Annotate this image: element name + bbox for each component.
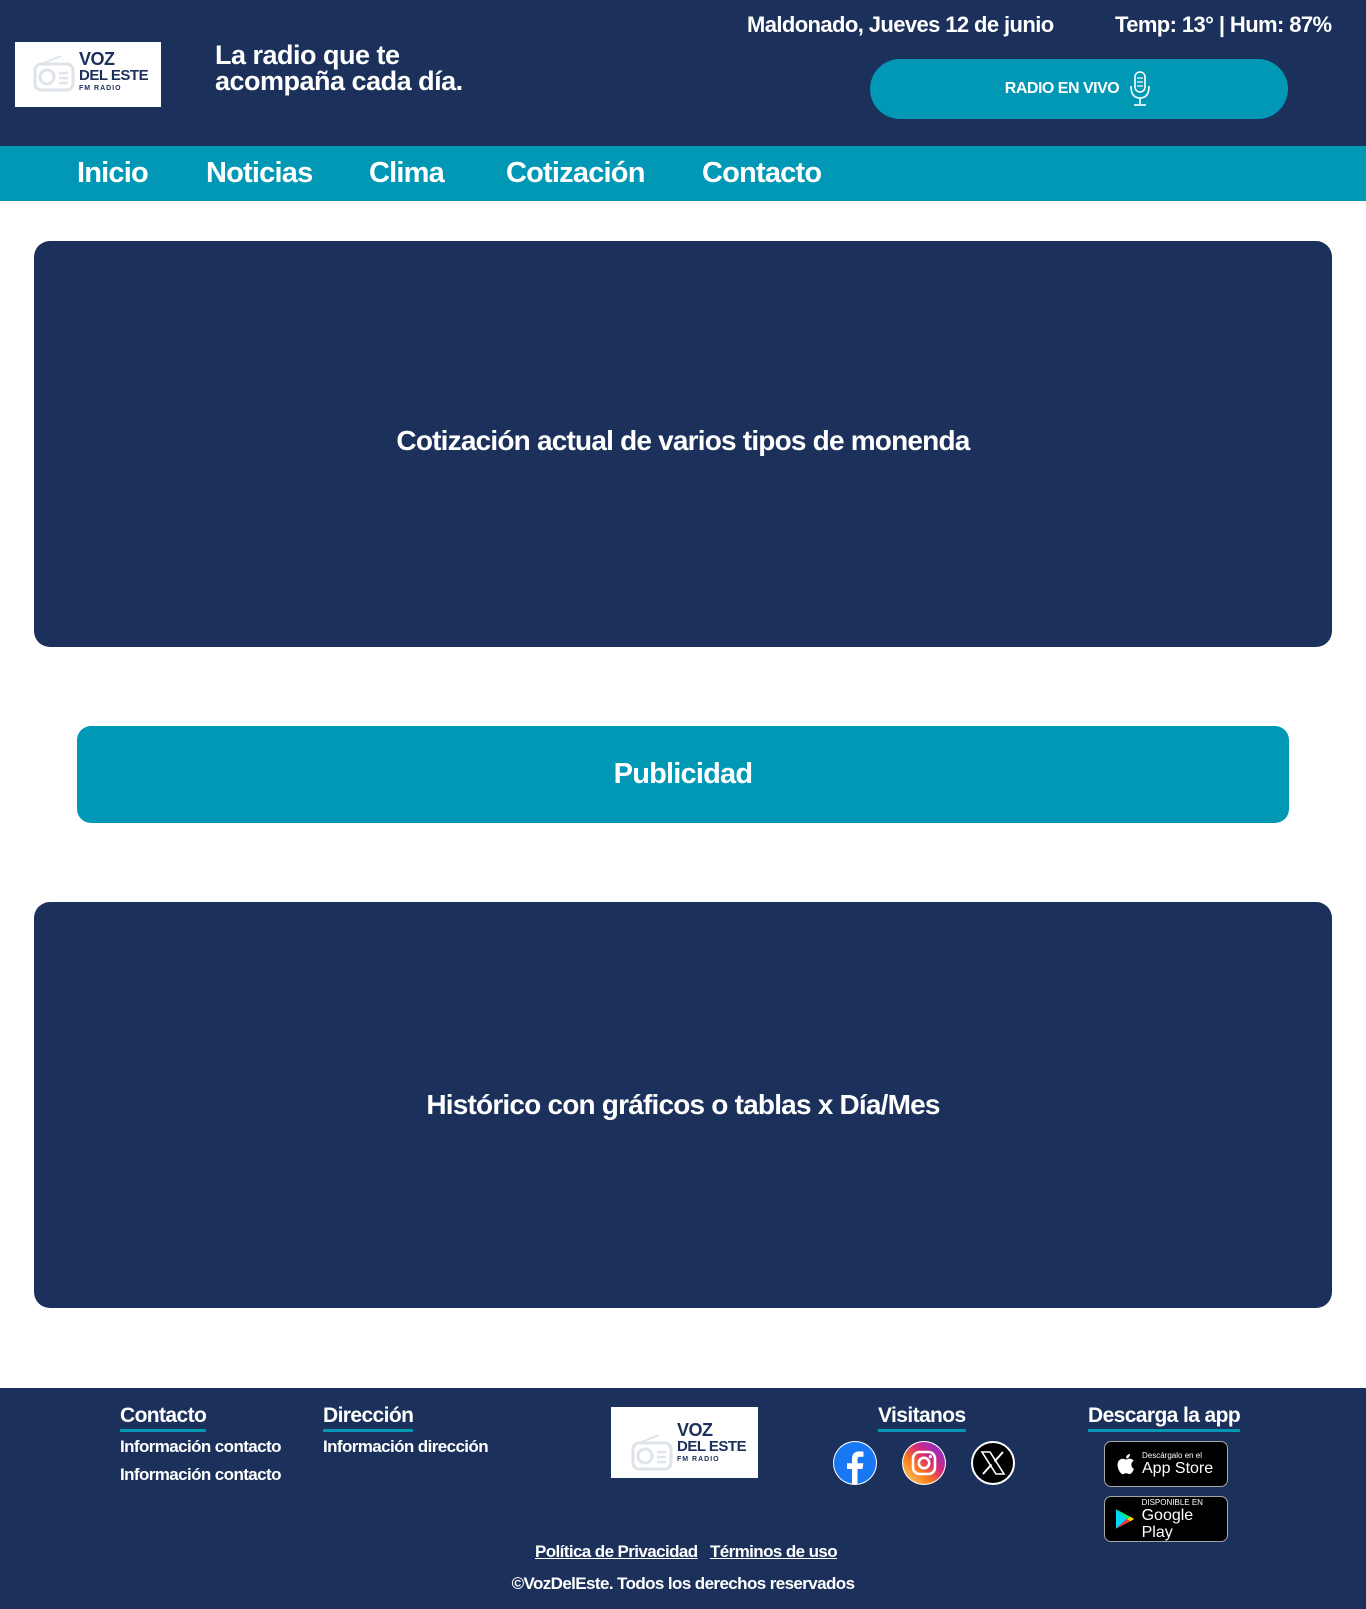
x-icon[interactable] [971,1441,1015,1485]
radio-icon [33,55,75,92]
google-play-text: DISPONIBLE EN Google Play [1142,1498,1227,1541]
app-store-small-label: Descárgalo en el [1142,1451,1203,1460]
site-logo[interactable]: VOZ DEL ESTE FM RADIO [15,42,161,107]
footer-address-title: Dirección [323,1404,414,1432]
tagline: La radio que te acompaña cada día. [215,40,463,96]
live-radio-button[interactable]: RADIO EN VIVO [870,59,1288,119]
app-store-badge[interactable]: Descárgalo en el App Store [1104,1441,1228,1487]
app-store-text: Descárgalo en el App Store [1142,1451,1213,1477]
footer-app-title: Descarga la app [1088,1404,1241,1432]
logo-line-fm-radio: FM RADIO [79,85,122,92]
google-play-icon [1115,1509,1134,1529]
google-play-small-label: DISPONIBLE EN [1141,1497,1203,1507]
site-footer: Contacto Información contacto Informació… [0,1388,1366,1609]
current-rates-heading: Cotización actual de varios tipos de mon… [396,425,970,456]
logo-wordmark: VOZ DEL ESTE FM RADIO [79,49,149,92]
apple-icon [1117,1454,1134,1475]
main-nav: Inicio Noticias Clima Cotización Contact… [0,146,1366,201]
nav-item-cotizacion[interactable]: Cotización [506,146,645,201]
site-header: VOZ DEL ESTE FM RADIO La radio que te ac… [0,0,1366,146]
footer-contact-info[interactable]: Información contacto [120,1465,281,1485]
logo-line-del-este: DEL ESTE [79,67,149,84]
current-rates-panel: Cotización actual de varios tipos de mon… [34,241,1332,647]
date-location: Maldonado, Jueves 12 de junio [747,12,1054,37]
radio-icon [631,1434,673,1471]
advertising-label: Publicidad [613,758,753,790]
weather-readout: Temp: 13° | Hum: 87% [1115,12,1332,37]
nav-item-clima[interactable]: Clima [369,146,445,201]
nav-item-noticias[interactable]: Noticias [206,146,313,201]
footer-contact-info[interactable]: Información contacto [120,1437,281,1457]
history-heading: Histórico con gráficos o tablas x Día/Me… [426,1089,940,1120]
footer-visit-title: Visitanos [878,1404,966,1432]
logo-line-del-este: DEL ESTE [677,1438,747,1455]
terms-of-use-link[interactable]: Términos de uso [710,1542,838,1562]
footer-contact-title: Contacto [120,1404,207,1432]
live-radio-label: RADIO EN VIVO [1004,80,1120,97]
nav-item-contacto[interactable]: Contacto [702,146,822,201]
copyright-notice: ©VozDelEste. Todos los derechos reservad… [511,1574,855,1593]
footer-address-info[interactable]: Información dirección [323,1437,489,1457]
footer-logo[interactable]: VOZ DEL ESTE FM RADIO [611,1407,758,1478]
history-panel: Histórico con gráficos o tablas x Día/Me… [34,902,1332,1308]
logo-line-voz: VOZ [79,49,115,69]
logo-line-voz: VOZ [677,1420,713,1440]
instagram-icon[interactable] [902,1441,946,1485]
logo-line-fm-radio: FM RADIO [677,1456,720,1463]
microphone-icon [1130,71,1151,106]
advertising-banner[interactable]: Publicidad [77,726,1289,823]
app-store-large-label: App Store [1142,1460,1214,1477]
facebook-icon[interactable] [833,1441,877,1485]
logo-wordmark: VOZ DEL ESTE FM RADIO [677,1420,747,1463]
google-play-badge[interactable]: DISPONIBLE EN Google Play [1104,1496,1228,1542]
privacy-policy-link[interactable]: Política de Privacidad [535,1542,698,1562]
nav-item-inicio[interactable]: Inicio [77,146,149,201]
google-play-large-label: Google Play [1141,1506,1194,1541]
